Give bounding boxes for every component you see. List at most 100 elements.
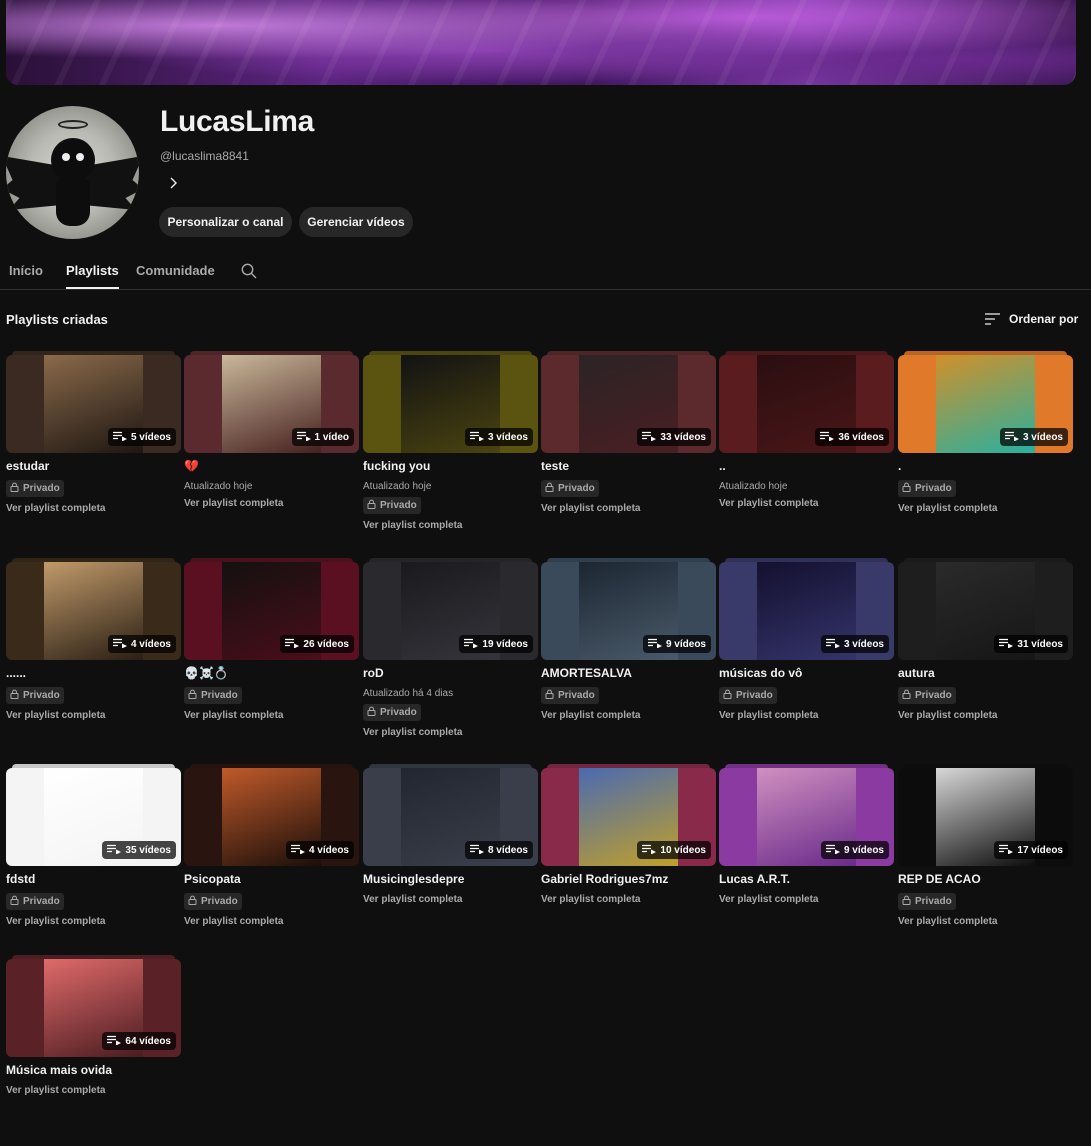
playlist-thumbnail[interactable]: 64 vídeos: [6, 955, 181, 1057]
playlist-thumbnail-image: 3 vídeos: [719, 562, 894, 660]
privacy-label: Privado: [558, 483, 595, 494]
privacy-badge: Privado: [6, 480, 64, 497]
playlist-card[interactable]: 64 vídeos Música mais ovida Ver playlist c…: [6, 955, 181, 1096]
playlist-thumbnail[interactable]: 4 vídeos: [6, 558, 181, 660]
playlist-title[interactable]: fucking you: [363, 459, 538, 475]
playlist-title[interactable]: Gabriel Rodrigues7mz: [541, 872, 716, 888]
playlist-title[interactable]: Lucas A.R.T.: [719, 872, 894, 888]
video-count-badge: 1 vídeo: [291, 428, 354, 446]
sort-button[interactable]: Ordenar por: [984, 310, 1078, 328]
avatar-figure-body: [56, 178, 90, 226]
playlist-title[interactable]: 💀☠️💍: [184, 666, 359, 682]
privacy-badge: Privado: [184, 687, 242, 704]
playlist-thumbnail[interactable]: 9 vídeos: [541, 558, 716, 660]
video-count: 9 vídeos: [665, 638, 706, 650]
playlist-card[interactable]: 35 vídeos fdstd Privado Ver playlist comple…: [6, 764, 181, 927]
playlist-title[interactable]: autura: [898, 666, 1073, 682]
playlist-card[interactable]: 5 vídeos estudar Privado Ver playlist compl…: [6, 351, 181, 514]
playlist-thumbnail[interactable]: 1 vídeo: [184, 351, 359, 453]
playlist-card[interactable]: 4 vídeos...... Privado Ver playlist comple…: [6, 558, 181, 721]
playlist-card[interactable]: 8 vídeos Musicinglesdepre Ver playlist com…: [363, 764, 538, 905]
playlist-title[interactable]: AMORTESALVA: [541, 666, 716, 682]
view-full-playlist-link[interactable]: Ver playlist completa: [541, 503, 716, 514]
view-full-playlist-link[interactable]: Ver playlist completa: [363, 727, 538, 738]
playlist-updated: Atualizado hoje: [363, 481, 432, 492]
playlist-card[interactable]: 3 vídeos músicas do vô Privado Ver playlist…: [719, 558, 894, 721]
playlist-card[interactable]: 3 vídeos. Privado Ver playlist completa: [898, 351, 1073, 514]
view-full-playlist-link[interactable]: Ver playlist completa: [541, 894, 716, 905]
playlist-thumbnail[interactable]: 17 vídeos: [898, 764, 1073, 866]
playlist-card[interactable]: 9 vídeos Lucas A.R.T. Ver playlist complet…: [719, 764, 894, 905]
video-count: 33 vídeos: [660, 431, 706, 443]
view-full-playlist-link[interactable]: Ver playlist completa: [898, 503, 1073, 514]
tab-community[interactable]: Comunidade: [136, 263, 215, 278]
view-full-playlist-link[interactable]: Ver playlist completa: [363, 894, 538, 905]
view-full-playlist-link[interactable]: Ver playlist completa: [898, 916, 1073, 927]
playlist-title[interactable]: Música mais ovida: [6, 1063, 181, 1079]
search-icon[interactable]: [240, 262, 258, 280]
playlist-title[interactable]: Musicinglesdepre: [363, 872, 538, 888]
playlist-card[interactable]: 33 vídeos teste Privado Ver playlist comple…: [541, 351, 716, 514]
playlist-thumbnail[interactable]: 4 vídeos: [184, 764, 359, 866]
playlist-title[interactable]: 💔: [184, 459, 359, 475]
playlist-card[interactable]: 3 vídeos fucking you Atualizado hoje Privad…: [363, 351, 538, 531]
playlist-thumbnail[interactable]: 33 vídeos: [541, 351, 716, 453]
playlist-title[interactable]: fdstd: [6, 872, 181, 888]
playlist-thumbnail[interactable]: 3 vídeos: [719, 558, 894, 660]
chevron-right-icon[interactable]: [166, 176, 180, 190]
view-full-playlist-link[interactable]: Ver playlist completa: [184, 498, 359, 509]
playlist-title[interactable]: teste: [541, 459, 716, 475]
customize-channel-button[interactable]: Personalizar o canal: [159, 207, 292, 237]
view-full-playlist-link[interactable]: Ver playlist completa: [184, 916, 359, 927]
video-count-badge: 3 vídeos: [464, 428, 533, 446]
playlist-thumbnail[interactable]: 10 vídeos: [541, 764, 716, 866]
playlist-title[interactable]: estudar: [6, 459, 181, 475]
tab-home[interactable]: Início: [9, 263, 43, 278]
playlist-card[interactable]: 1 vídeo 💔 Atualizado hoje Ver playlist comp…: [184, 351, 359, 509]
channel-avatar[interactable]: [6, 106, 139, 239]
view-full-playlist-link[interactable]: Ver playlist completa: [541, 710, 716, 721]
playlist-thumbnail[interactable]: 26 vídeos: [184, 558, 359, 660]
playlist-thumbnail[interactable]: 3 vídeos: [363, 351, 538, 453]
privacy-badge: Privado: [6, 893, 64, 910]
playlist-title[interactable]: ......: [6, 666, 181, 682]
playlist-card[interactable]: 26 vídeos 💀☠️💍 Privado Ver playlist complet…: [184, 558, 359, 721]
playlist-title[interactable]: Psicopata: [184, 872, 359, 888]
manage-videos-button[interactable]: Gerenciar vídeos: [299, 207, 413, 237]
playlist-thumbnail[interactable]: 9 vídeos: [719, 764, 894, 866]
view-full-playlist-link[interactable]: Ver playlist completa: [719, 894, 894, 905]
playlist-thumbnail[interactable]: 5 vídeos: [6, 351, 181, 453]
playlist-card[interactable]: 36 vídeos.. Atualizado hoje Ver playlist c…: [719, 351, 894, 509]
view-full-playlist-link[interactable]: Ver playlist completa: [6, 503, 181, 514]
privacy-label: Privado: [915, 896, 952, 907]
playlist-title[interactable]: roD: [363, 666, 538, 682]
playlist-title[interactable]: ..: [719, 459, 894, 475]
playlist-card[interactable]: 4 vídeos Psicopata Privado Ver playlist com…: [184, 764, 359, 927]
playlist-card[interactable]: 17 vídeos REP DE ACAO Privado Ver playlist …: [898, 764, 1073, 927]
playlist-thumbnail[interactable]: 19 vídeos: [363, 558, 538, 660]
view-full-playlist-link[interactable]: Ver playlist completa: [6, 1085, 181, 1096]
playlist-thumbnail[interactable]: 3 vídeos: [898, 351, 1073, 453]
playlist-title[interactable]: músicas do vô: [719, 666, 894, 682]
avatar-halo: [58, 120, 88, 129]
playlist-card[interactable]: 31 vídeos autura Privado Ver playlist compl…: [898, 558, 1073, 721]
playlist-card[interactable]: 10 vídeos Gabriel Rodrigues7mz Ver playlis…: [541, 764, 716, 905]
playlist-thumbnail[interactable]: 35 vídeos: [6, 764, 181, 866]
view-full-playlist-link[interactable]: Ver playlist completa: [184, 710, 359, 721]
view-full-playlist-link[interactable]: Ver playlist completa: [6, 710, 181, 721]
view-full-playlist-link[interactable]: Ver playlist completa: [719, 498, 894, 509]
view-full-playlist-link[interactable]: Ver playlist completa: [898, 710, 1073, 721]
tab-playlists[interactable]: Playlists: [66, 263, 119, 289]
playlist-thumbnail[interactable]: 36 vídeos: [719, 351, 894, 453]
playlist-thumbnail[interactable]: 8 vídeos: [363, 764, 538, 866]
playlist-card[interactable]: 19 vídeos roD Atualizado há 4 dias Privado V…: [363, 558, 538, 738]
playlist-thumbnail[interactable]: 31 vídeos: [898, 558, 1073, 660]
playlist-title[interactable]: .: [898, 459, 1073, 475]
view-full-playlist-link[interactable]: Ver playlist completa: [6, 916, 181, 927]
playlist-thumbnail-image: 10 vídeos: [541, 768, 716, 866]
view-full-playlist-link[interactable]: Ver playlist completa: [363, 520, 538, 531]
playlist-title[interactable]: REP DE ACAO: [898, 872, 1073, 888]
view-full-playlist-link[interactable]: Ver playlist completa: [719, 710, 894, 721]
playlist-card[interactable]: 9 vídeos AMORTESALVA Privado Ver playlist c…: [541, 558, 716, 721]
privacy-label: Privado: [201, 896, 238, 907]
